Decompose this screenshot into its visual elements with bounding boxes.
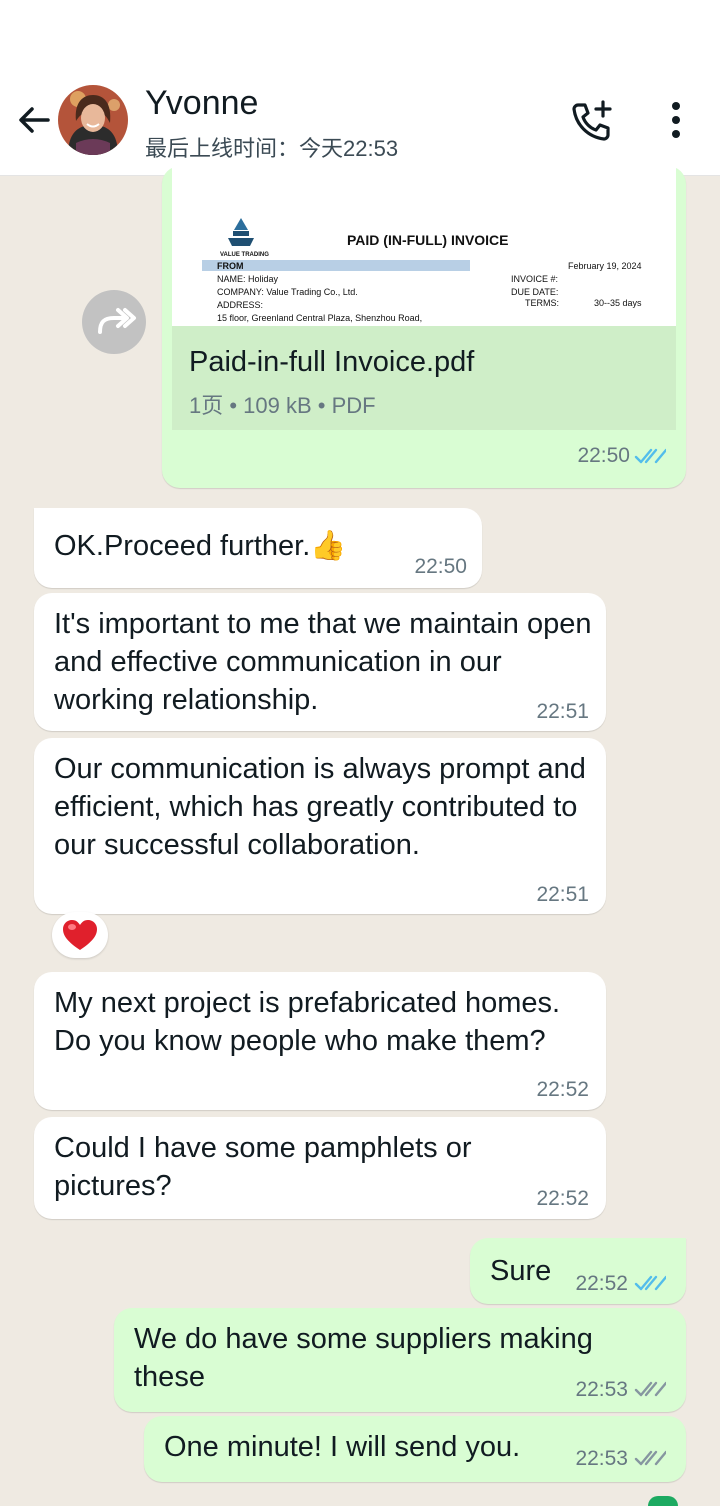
chat-area[interactable]: VALUE TRADING PAID (IN-FULL) INVOICE FRO… — [0, 166, 720, 1500]
invoice-preview[interactable]: VALUE TRADING PAID (IN-FULL) INVOICE FRO… — [172, 166, 676, 326]
outgoing-message[interactable]: We do have some suppliers making these 2… — [114, 1308, 686, 1412]
heart-reaction[interactable] — [52, 912, 108, 958]
logo-text: VALUE TRADING — [220, 252, 269, 258]
scroll-button-edge[interactable] — [648, 1496, 678, 1506]
outgoing-message[interactable]: One minute! I will send you. 22:53 — [144, 1416, 686, 1482]
document-file-name: Paid-in-full Invoice.pdf — [189, 346, 475, 378]
incoming-message[interactable]: It's important to me that we maintain op… — [34, 593, 606, 731]
message-time: 22:53 — [575, 1447, 628, 1470]
last-seen-status: 最后上线时间：今天22:53 — [145, 136, 399, 161]
forward-button[interactable] — [82, 290, 146, 354]
vertical-dots-icon — [672, 102, 680, 138]
phone-plus-icon — [572, 100, 612, 141]
message-text: Sure — [490, 1255, 552, 1287]
message-time: 22:51 — [536, 883, 589, 906]
from-label: FROM — [217, 261, 244, 271]
contact-name[interactable]: Yvonne — [145, 84, 258, 123]
message-text: It's important to me that we maintain op… — [54, 608, 592, 716]
due-date-label: DUE DATE: — [511, 287, 559, 297]
message-text: My next project is prefabricated homes. … — [54, 987, 561, 1057]
terms-value: 30--35 days — [594, 298, 642, 308]
message-time: 22:52 — [575, 1272, 628, 1295]
chat-header: Yvonne 最后上线时间：今天22:53 — [0, 0, 720, 176]
message-text: One minute! I will send you. — [164, 1431, 521, 1463]
read-ticks-icon — [634, 1275, 666, 1291]
back-arrow-icon — [19, 107, 50, 133]
heart-icon — [63, 920, 97, 950]
delivered-ticks-icon — [634, 1381, 666, 1397]
contact-avatar[interactable] — [58, 85, 128, 155]
outgoing-message[interactable]: Sure 22:52 — [470, 1238, 686, 1304]
terms-label: TERMS: — [525, 298, 560, 308]
document-message[interactable]: VALUE TRADING PAID (IN-FULL) INVOICE FRO… — [162, 166, 686, 488]
name-line: NAME: Holiday — [217, 274, 279, 284]
incoming-message[interactable]: OK.Proceed further.👍 22:50 — [34, 508, 482, 588]
invoice-number-label: INVOICE #: — [511, 274, 559, 284]
add-call-button[interactable] — [570, 99, 614, 143]
message-text: Could I have some pamphlets or pictures? — [54, 1132, 472, 1202]
incoming-message[interactable]: My next project is prefabricated homes. … — [34, 972, 606, 1110]
avatar-photo — [58, 85, 128, 155]
forward-icon — [98, 308, 136, 334]
delivered-ticks-icon — [634, 1450, 666, 1466]
message-time: 22:53 — [575, 1378, 628, 1401]
back-button[interactable] — [14, 100, 54, 140]
incoming-message[interactable]: Could I have some pamphlets or pictures?… — [34, 1117, 606, 1219]
invoice-title: PAID (IN-FULL) INVOICE — [347, 232, 509, 248]
address-line: 15 floor, Greenland Central Plaza, Shenz… — [217, 313, 423, 323]
incoming-message[interactable]: Our communication is always prompt and e… — [34, 738, 606, 914]
message-time: 22:51 — [536, 700, 589, 723]
message-time: 22:50 — [414, 555, 467, 578]
more-options-button[interactable] — [664, 100, 688, 140]
document-meta: 1页 • 109 kB • PDF — [189, 393, 376, 418]
read-ticks-icon — [634, 448, 666, 464]
message-time: 22:50 — [577, 444, 630, 467]
company-line: COMPANY: Value Trading Co., Ltd. — [217, 287, 358, 297]
message-text: Our communication is always prompt and e… — [54, 753, 586, 861]
message-time: 22:52 — [536, 1078, 589, 1101]
document-info[interactable]: Paid-in-full Invoice.pdf 1页 • 109 kB • P… — [172, 326, 676, 430]
address-label: ADDRESS: — [217, 300, 264, 310]
message-time: 22:52 — [536, 1187, 589, 1210]
ship-logo-icon — [228, 218, 254, 246]
invoice-date: February 19, 2024 — [568, 261, 642, 271]
message-text: OK.Proceed further.👍 — [54, 530, 347, 562]
